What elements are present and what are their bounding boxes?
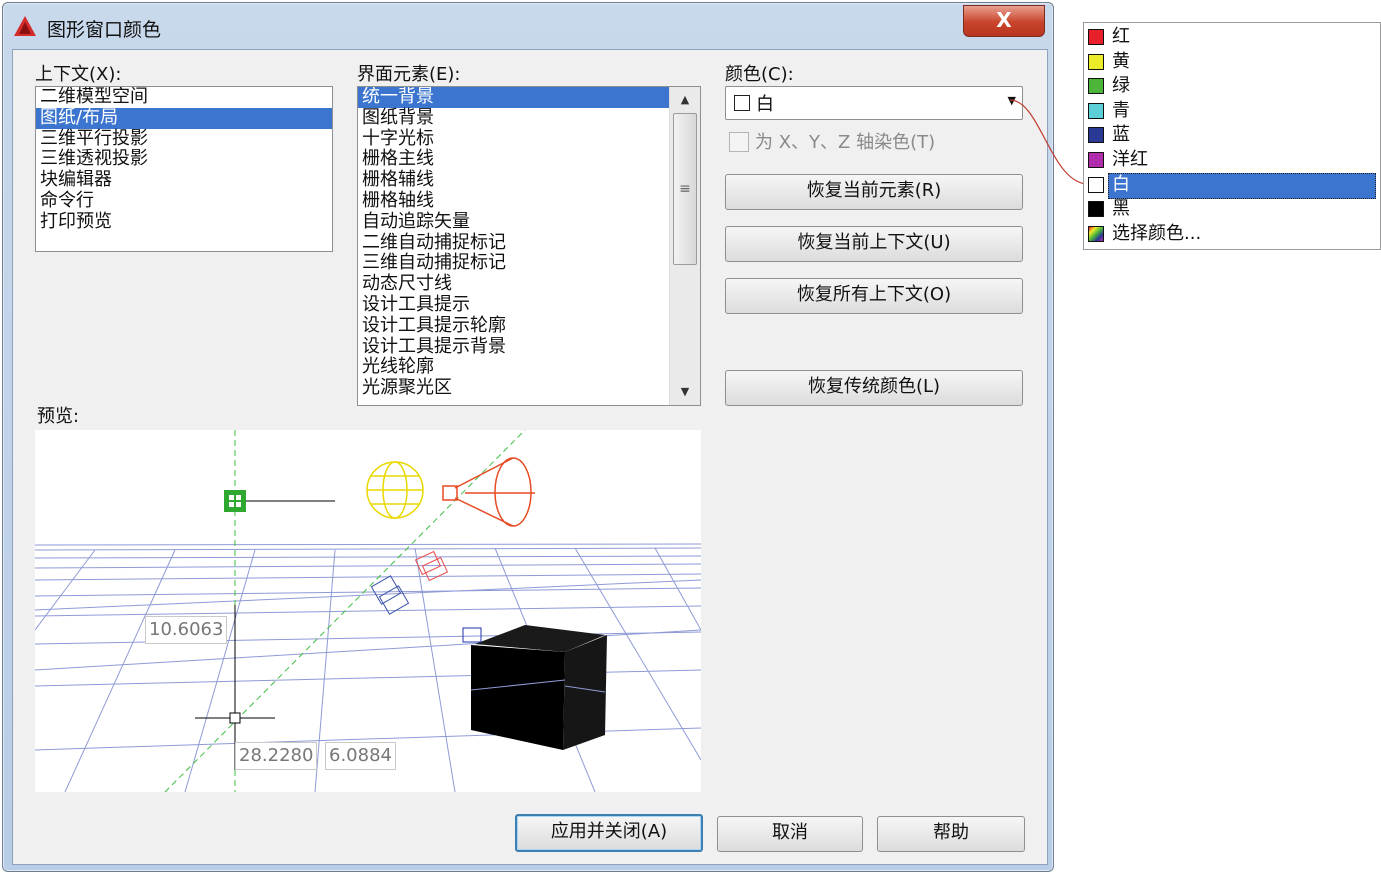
interface-element-list[interactable]: 统一背景 图纸背景 十字光标 栅格主线 栅格辅线 栅格轴线 自动追踪矢量 二维自动捕捉标记 三维…	[357, 86, 701, 406]
color-swatch-icon	[1088, 127, 1104, 144]
context-list-item[interactable]: 图纸/布局	[36, 107, 332, 129]
context-label: 上下文(X):	[35, 64, 122, 85]
color-label: 颜色(C):	[725, 64, 794, 85]
context-list[interactable]: 二维模型空间 图纸/布局 三维平行投影 三维透视投影 块编辑器 命令行 打印预览	[35, 86, 333, 252]
preview-label: 预览:	[37, 406, 80, 427]
color-select-value: 白	[756, 94, 774, 115]
snap-marker-icon	[462, 627, 482, 643]
z-axis-line	[164, 430, 526, 792]
color-swatch-icon	[1088, 78, 1104, 95]
context-list-item[interactable]: 三维透视投影	[36, 149, 332, 170]
sun-light-icon	[366, 461, 424, 519]
apply-close-button[interactable]: 应用并关闭(A)	[515, 814, 703, 852]
interface-element-item[interactable]: 设计工具提示背景	[358, 336, 669, 358]
color-option-label: 黑	[1112, 198, 1130, 220]
color-option-label: 绿	[1112, 75, 1130, 97]
help-button[interactable]: 帮助	[877, 816, 1025, 852]
interface-element-item[interactable]: 图纸背景	[358, 107, 669, 129]
color-option-label: 白	[1112, 173, 1130, 195]
color-swatch-icon	[1088, 53, 1104, 70]
restore-current-element-button[interactable]: 恢复当前元素(R)	[725, 174, 1023, 210]
color-swatch-icon	[1088, 176, 1104, 193]
interface-element-item[interactable]: 光源聚光区	[358, 377, 669, 399]
coordinate-y-input: 6.0884	[325, 742, 396, 770]
callout-connector	[1009, 99, 1087, 185]
color-option[interactable]: 蓝	[1084, 123, 1378, 147]
context-list-item[interactable]: 打印预览	[36, 211, 332, 233]
interface-element-item[interactable]: 自动追踪矢量	[358, 211, 669, 233]
close-button[interactable]: X	[963, 5, 1045, 37]
restore-all-contexts-button[interactable]: 恢复所有上下文(O)	[725, 278, 1023, 314]
dimension-input-left: 10.6063	[145, 616, 228, 644]
tint-axes-label: 为 X、Y、Z 轴染色(T)	[755, 132, 936, 153]
coordinate-x-input: 28.2280	[235, 742, 318, 770]
color-swatch	[734, 95, 750, 111]
color-option[interactable]: 黄	[1084, 50, 1378, 74]
context-list-item[interactable]: 命令行	[36, 190, 332, 212]
interface-element-item[interactable]: 设计工具提示	[358, 294, 669, 316]
interface-element-label: 界面元素(E):	[357, 64, 461, 85]
color-swatch-icon	[1088, 102, 1104, 119]
interface-element-item[interactable]: 栅格辅线	[358, 169, 669, 191]
color-swatch-icon	[1088, 29, 1104, 45]
color-dropdown-list[interactable]: 红黄绿青蓝洋红白黑选择颜色...	[1083, 22, 1381, 250]
window-title: 图形窗口颜色	[47, 19, 162, 41]
context-list-item[interactable]: 块编辑器	[36, 169, 332, 191]
title-bar[interactable]: 图形窗口颜色 X	[3, 3, 1053, 47]
interface-element-item[interactable]: 统一背景	[358, 87, 669, 108]
color-option-label: 红	[1112, 26, 1130, 47]
interface-element-item[interactable]: 栅格主线	[358, 149, 669, 170]
spotlight-icon	[442, 457, 535, 527]
context-list-item[interactable]: 二维模型空间	[36, 87, 332, 108]
point-light-icon	[224, 490, 246, 512]
color-option-label: 蓝	[1112, 124, 1130, 146]
color-option[interactable]: 洋红	[1084, 148, 1378, 172]
scroll-up-arrow-icon[interactable]: ▲	[670, 89, 700, 111]
interface-element-item[interactable]: 光线轮廓	[358, 357, 669, 378]
color-option[interactable]: 白	[1084, 172, 1378, 199]
interface-element-item[interactable]: 二维自动捕捉标记	[358, 232, 669, 254]
color-option-label: 洋红	[1112, 149, 1148, 170]
interface-element-item[interactable]: 十字光标	[358, 128, 669, 150]
color-option[interactable]: 选择颜色...	[1084, 222, 1378, 246]
preview-viewport: 10.6063 28.2280 6.0884	[35, 430, 701, 792]
tint-axes-checkbox[interactable]	[729, 132, 749, 152]
scroll-thumb[interactable]: ≡	[673, 113, 697, 265]
interface-element-item[interactable]: 栅格轴线	[358, 190, 669, 212]
graphics-window-colors-dialog: 图形窗口颜色 X 上下文(X): 二维模型空间 图纸/布局 三维平行投影 三维透视投影…	[2, 2, 1054, 872]
restore-classic-colors-button[interactable]: 恢复传统颜色(L)	[725, 370, 1023, 406]
interface-element-item[interactable]: 动态尺寸线	[358, 273, 669, 295]
color-option-label: 选择颜色...	[1112, 222, 1202, 244]
color-option[interactable]: 黑	[1084, 197, 1378, 221]
color-option-label: 青	[1112, 99, 1130, 121]
color-option-label: 黄	[1112, 50, 1130, 72]
black-cube	[470, 625, 607, 750]
color-option[interactable]: 红	[1084, 25, 1378, 49]
interface-element-item[interactable]: 设计工具提示轮廓	[358, 315, 669, 337]
color-swatch-icon	[1088, 201, 1104, 218]
interface-element-item[interactable]: 三维自动捕捉标记	[358, 253, 669, 274]
interface-list-scrollbar[interactable]: ▲ ≡ ▼	[669, 87, 700, 405]
context-list-item[interactable]: 三维平行投影	[36, 128, 332, 150]
color-option[interactable]: 青	[1084, 99, 1378, 123]
color-swatch-icon	[1088, 152, 1104, 168]
cancel-button[interactable]: 取消	[717, 816, 863, 852]
color-swatch-icon	[1088, 225, 1104, 242]
dialog-body: 上下文(X): 二维模型空间 图纸/布局 三维平行投影 三维透视投影 块编辑器 命令行 打印…	[12, 49, 1048, 865]
autocad-logo-icon	[14, 16, 36, 36]
color-option[interactable]: 绿	[1084, 74, 1378, 98]
restore-current-context-button[interactable]: 恢复当前上下文(U)	[725, 226, 1023, 262]
scroll-down-arrow-icon[interactable]: ▼	[670, 381, 700, 403]
preview-scene	[35, 430, 701, 792]
color-select[interactable]: 白 ▼	[725, 86, 1023, 120]
